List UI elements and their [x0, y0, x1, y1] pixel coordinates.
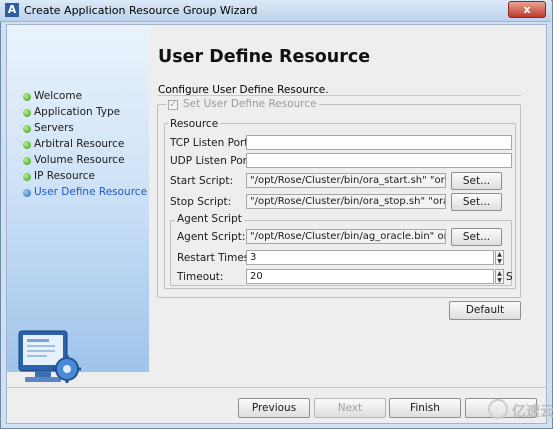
step-label: IP Resource [34, 170, 95, 182]
watermark: 亿速云 [488, 399, 553, 425]
spin-up-icon[interactable]: ▲ [496, 270, 503, 277]
default-button[interactable]: Default [449, 301, 521, 320]
close-button[interactable]: x [508, 1, 546, 18]
page-title: User Define Resource [158, 47, 371, 67]
previous-button[interactable]: Previous [238, 398, 310, 418]
restart-times-input[interactable]: 3 [246, 250, 494, 265]
start-script-label: Start Script: [170, 175, 233, 187]
spin-down-icon[interactable]: ▼ [496, 277, 503, 284]
step-done-icon [23, 109, 31, 117]
timeout-label: Timeout: [177, 271, 224, 283]
udp-port-input[interactable] [246, 153, 512, 168]
set-user-define-label: Set User Define Resource [183, 98, 317, 110]
app-icon: A [5, 3, 19, 17]
step-done-icon [23, 93, 31, 101]
agent-script-set-button[interactable]: Set... [451, 228, 502, 246]
step-label: Servers [34, 122, 74, 134]
step-done-icon [23, 157, 31, 165]
step-done-icon [23, 173, 31, 181]
agent-script-label: Agent Script: [177, 231, 246, 243]
watermark-logo-icon [488, 399, 508, 419]
timeout-unit: S [506, 271, 513, 283]
agent-script-field[interactable]: "/opt/Rose/Cluster/bin/ag_oracle.bin" or… [246, 229, 446, 244]
step-label: Application Type [34, 106, 121, 118]
computer-gear-icon [18, 330, 81, 383]
next-button[interactable]: Next [314, 398, 386, 418]
start-script-set-button[interactable]: Set... [451, 172, 502, 190]
step-current-icon [23, 189, 31, 197]
checkbox-checked-icon: ✓ [168, 100, 178, 110]
header-divider [157, 95, 521, 96]
step-label: Arbitral Resource [34, 138, 125, 150]
tcp-port-input[interactable] [246, 135, 512, 150]
spin-up-icon[interactable]: ▲ [496, 251, 503, 258]
resource-legend: Resource [168, 118, 221, 130]
set-user-define-checkbox[interactable]: ✓ Set User Define Resource [166, 98, 319, 110]
step-label: Welcome [34, 90, 83, 102]
spin-down-icon[interactable]: ▼ [496, 258, 503, 265]
finish-button[interactable]: Finish [389, 398, 461, 418]
stop-script-field[interactable]: "/opt/Rose/Cluster/bin/ora_stop.sh" "ora… [246, 194, 446, 209]
tcp-port-label: TCP Listen Port: [170, 137, 252, 149]
step-done-icon [23, 125, 31, 133]
step-label: Volume Resource [34, 154, 125, 166]
watermark-text: 亿速云 [512, 404, 553, 420]
restart-times-label: Restart Times: [177, 252, 253, 264]
timeout-stepper[interactable]: ▲ ▼ [495, 269, 504, 284]
title-bar: A Create Application Resource Group Wiza… [0, 0, 551, 22]
window-title: Create Application Resource Group Wizard [24, 4, 258, 17]
step-label: User Define Resource [34, 186, 148, 198]
stop-script-set-button[interactable]: Set... [451, 193, 502, 211]
bottom-divider [7, 387, 546, 388]
agent-script-legend: Agent Script [175, 213, 244, 225]
restart-times-stepper[interactable]: ▲ ▼ [495, 250, 504, 265]
start-script-field[interactable]: "/opt/Rose/Cluster/bin/ora_start.sh" "or… [246, 173, 446, 188]
steps-panel: Welcome Application Type Servers Arbitra… [7, 25, 149, 383]
timeout-input[interactable]: 20 [246, 269, 494, 284]
udp-port-label: UDP Listen Port: [170, 155, 255, 167]
step-done-icon [23, 141, 31, 149]
stop-script-label: Stop Script: [170, 196, 232, 208]
